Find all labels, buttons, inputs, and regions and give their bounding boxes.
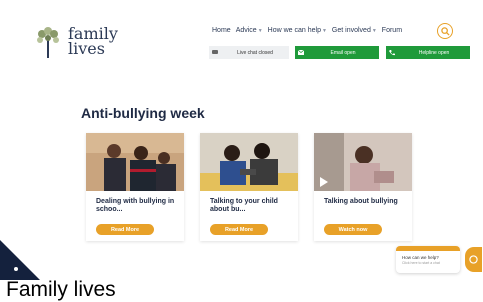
nav-item-how-we-can-help[interactable]: How we can help ▼ (268, 27, 327, 34)
nav-item-forum[interactable]: Forum (382, 27, 402, 34)
chat-bubble-icon (469, 255, 478, 264)
article-card[interactable]: Dealing with bullying in schoo... Read M… (86, 133, 184, 241)
family-lives-logo[interactable]: family lives (34, 26, 118, 60)
chevron-down-icon: ▼ (257, 27, 263, 34)
chat-launcher-button[interactable] (465, 247, 482, 272)
nav-item-label: Forum (381, 27, 403, 34)
card-title: Dealing with bullying in schoo... (96, 198, 175, 213)
section-heading: Anti-bullying week (81, 105, 205, 121)
card-title: Talking to your child about bu... (210, 198, 278, 213)
email-label: Email open (330, 49, 356, 56)
nav-item-advice[interactable]: Advice ▼ (236, 27, 263, 34)
play-icon[interactable] (320, 177, 328, 187)
search-button[interactable] (437, 23, 453, 39)
nav-item-label: Advice (235, 27, 257, 34)
nav-item-label: How we can help (267, 27, 321, 34)
live-chat-label: Live chat closed (237, 49, 273, 56)
nav-item-home[interactable]: Home (212, 27, 231, 34)
email-button[interactable]: Email open (295, 46, 379, 59)
gear-icon[interactable] (14, 267, 18, 271)
helpline-label: Helpline open (418, 49, 450, 56)
read-more-button[interactable]: Read More (96, 224, 154, 235)
read-more-button[interactable]: Read More (210, 224, 268, 235)
corner-badge (0, 240, 40, 280)
mail-icon (295, 50, 307, 55)
watch-now-button[interactable]: Watch now (324, 224, 382, 235)
nav-item-label: Get involved (331, 27, 371, 34)
help-widget-title: How can we help? (402, 255, 439, 260)
page-caption: Family lives (6, 278, 116, 301)
chevron-down-icon: ▼ (371, 27, 377, 34)
help-widget-subtitle: Click here to start a chat (402, 261, 440, 265)
help-chat-widget[interactable]: How can we help? Click here to start a c… (396, 246, 460, 273)
helpline-button[interactable]: Helpline open (386, 46, 470, 59)
help-widget-bar (396, 246, 460, 251)
nav-item-get-involved[interactable]: Get involved ▼ (332, 27, 377, 34)
card-image (200, 133, 298, 191)
article-card[interactable]: Talking to your child about bu... Read M… (200, 133, 298, 241)
chevron-down-icon: ▼ (321, 27, 327, 34)
card-image (314, 133, 412, 191)
nav-item-label: Home (212, 27, 231, 34)
tree-logo-icon (37, 27, 59, 58)
brand-line-2: lives (68, 39, 105, 58)
live-chat-button[interactable]: Live chat closed (209, 46, 289, 59)
chat-icon (209, 50, 221, 55)
card-image (86, 133, 184, 191)
phone-icon (386, 49, 398, 56)
main-nav: Home Advice ▼ How we can help ▼ Get invo… (212, 27, 402, 34)
card-title: Talking about bullying (324, 198, 398, 205)
search-icon (440, 26, 450, 36)
article-card[interactable]: Talking about bullying Watch now (314, 133, 412, 241)
